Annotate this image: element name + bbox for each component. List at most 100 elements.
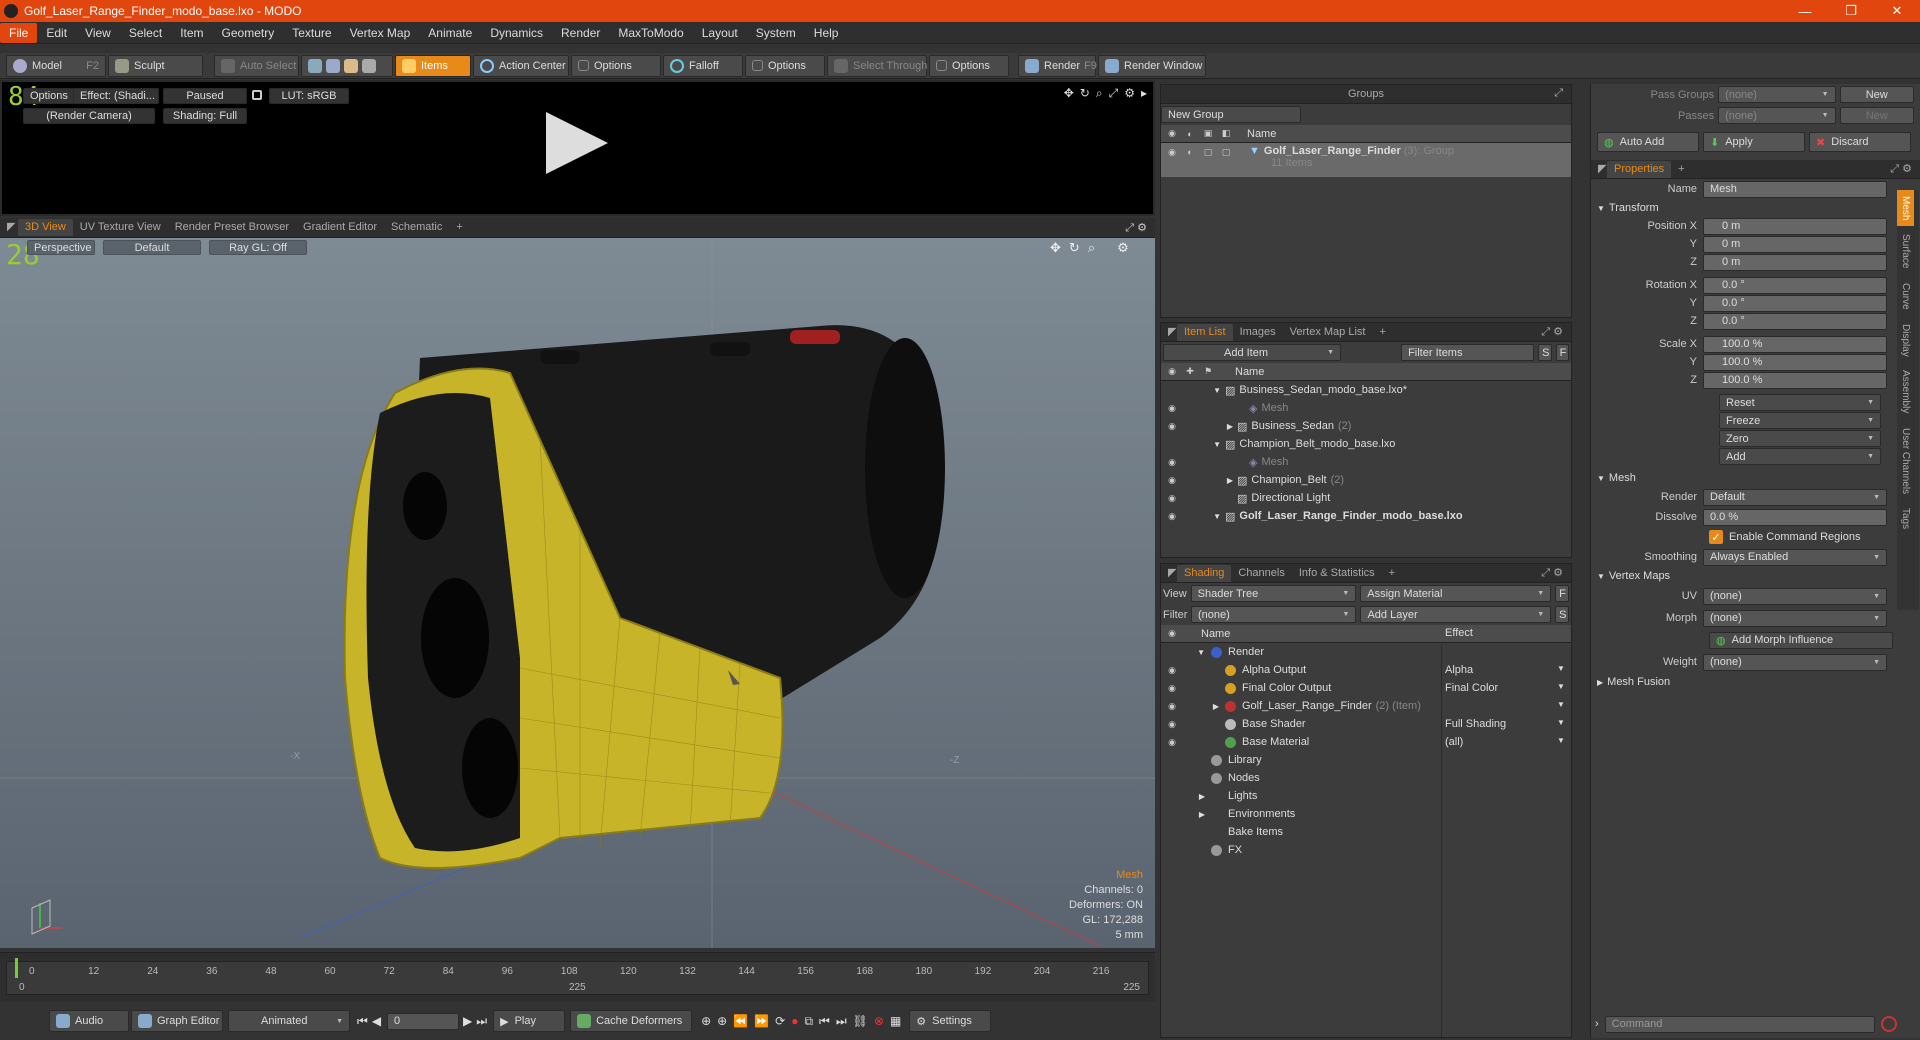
shader-tree-row[interactable]: FX xyxy=(1161,841,1571,859)
side-tab-surface[interactable]: Surface xyxy=(1897,228,1914,274)
side-tab-user-channels[interactable]: User Channels xyxy=(1897,422,1914,500)
menu-maxtomodo[interactable]: MaxToModo xyxy=(609,23,692,43)
audio-button[interactable]: Audio xyxy=(49,1010,129,1032)
panel-menu-icon[interactable]: ◤ xyxy=(1161,324,1177,341)
command-input[interactable]: Command xyxy=(1604,1015,1875,1033)
auto-key-icon[interactable]: ⟳ xyxy=(775,1014,785,1029)
zero-dropdown[interactable]: Zero xyxy=(1719,430,1881,447)
preview-effect-dropdown[interactable]: Effect: (Shadi... xyxy=(73,88,159,104)
transform-section[interactable]: ▼ Transform xyxy=(1591,199,1893,217)
expand-arrow-icon[interactable]: ▼ xyxy=(1181,512,1221,521)
pan-icon[interactable]: ✥ xyxy=(1050,240,1061,256)
side-tab-display[interactable]: Display xyxy=(1897,318,1914,363)
expand-arrow-icon[interactable]: ▼ xyxy=(1181,648,1205,657)
shader-tree-row[interactable]: ◉ ▶ Golf_Laser_Range_Finder (2) (Item) ▼ xyxy=(1161,697,1571,715)
falloff-button[interactable]: Falloff xyxy=(663,54,743,77)
scl-input[interactable]: 100.0 % xyxy=(1703,371,1887,389)
filter-f-button[interactable]: F xyxy=(1555,344,1569,361)
expand-arrow-icon[interactable]: ▶ xyxy=(1181,702,1219,711)
viewport-expand-icon[interactable]: ⤢ ⚙ xyxy=(1125,221,1147,235)
side-tab-tags[interactable]: Tags xyxy=(1897,502,1914,535)
key-icon[interactable]: ⊕ xyxy=(701,1014,711,1029)
menu-select[interactable]: Select xyxy=(120,23,171,43)
material-mode-icon[interactable] xyxy=(362,58,376,73)
render-window-button[interactable]: Render Window xyxy=(1098,54,1206,77)
shader-tree-row[interactable]: ◉ Base Shader Full Shading ▼ xyxy=(1161,715,1571,733)
item-list-row[interactable]: ▼ ▨ Champion_Belt_modo_base.lxo xyxy=(1161,435,1571,453)
cache-deformers-button[interactable]: Cache Deformers xyxy=(570,1010,693,1032)
panel-menu-icon[interactable]: ◤ xyxy=(1591,161,1607,178)
reset-dropdown[interactable]: Reset xyxy=(1719,394,1881,411)
auto-add-button[interactable]: ◍ Auto Add xyxy=(1597,132,1699,152)
item-list-row[interactable]: ◉ ▶ ▨ Champion_Belt (2) xyxy=(1161,471,1571,489)
expand-arrow-icon[interactable]: ▼ xyxy=(1181,440,1221,449)
preview-shading-dropdown[interactable]: Shading: Full xyxy=(163,108,247,124)
prev-key-icon[interactable]: ⏪ xyxy=(733,1014,748,1029)
item-list-expand-icon[interactable]: ⤢ ⚙ xyxy=(1541,325,1563,339)
link-icon[interactable]: ⛓ xyxy=(853,1014,868,1029)
add-tab-icon[interactable]: + xyxy=(1382,565,1402,582)
effect-dropdown-icon[interactable]: ▼ xyxy=(1557,664,1565,673)
next-key-icon[interactable]: ⏩ xyxy=(754,1014,769,1029)
menu-layout[interactable]: Layout xyxy=(693,23,747,43)
select-toggle-icon[interactable]: ▢ xyxy=(1217,147,1235,158)
render-button[interactable]: Render F9 xyxy=(1018,54,1097,77)
go-end-icon[interactable]: ⏭ xyxy=(476,1014,487,1029)
command-regions-checkbox[interactable]: ✓ xyxy=(1709,530,1723,544)
tab-item-list[interactable]: Item List xyxy=(1177,323,1233,341)
pass-groups-dropdown[interactable]: (none) xyxy=(1718,86,1836,103)
shading-f-button[interactable]: F xyxy=(1555,585,1569,602)
rot-input[interactable]: 0.0 ° xyxy=(1703,294,1887,312)
add-tab-icon[interactable]: + xyxy=(1671,161,1691,178)
effect-dropdown-icon[interactable]: ▼ xyxy=(1557,682,1565,691)
command-history-icon[interactable] xyxy=(1880,1016,1897,1032)
rotate-icon[interactable]: ↻ xyxy=(1080,86,1090,101)
morph-dropdown[interactable]: (none) xyxy=(1703,609,1887,627)
menu-view[interactable]: View xyxy=(76,23,120,43)
gear-icon[interactable]: ⚙ xyxy=(1124,86,1135,101)
menu-dynamics[interactable]: Dynamics xyxy=(481,23,552,43)
eye-icon[interactable]: ◉ xyxy=(1163,665,1181,676)
menu-geometry[interactable]: Geometry xyxy=(213,23,284,43)
effect-dropdown-icon[interactable]: ▼ xyxy=(1557,736,1565,745)
properties-expand-icon[interactable]: ⤢ ⚙ xyxy=(1890,162,1912,176)
passes-dropdown[interactable]: (none) xyxy=(1718,107,1836,124)
preview-camera-dropdown[interactable]: (Render Camera) xyxy=(23,108,155,124)
polygon-mode-icon[interactable] xyxy=(344,58,358,73)
preview-paused-button[interactable]: Paused xyxy=(163,88,247,104)
lock-toggle-icon[interactable]: ▢ xyxy=(1199,147,1217,158)
new-pass-button[interactable]: New xyxy=(1839,107,1914,124)
tab-gradient-editor[interactable]: Gradient Editor xyxy=(296,219,384,236)
uv-dropdown[interactable]: (none) xyxy=(1703,587,1887,605)
rot-input[interactable]: 0.0 ° xyxy=(1703,312,1887,330)
render-dropdown[interactable]: Default xyxy=(1703,488,1887,506)
perspective-dropdown[interactable]: Perspective xyxy=(27,240,95,255)
preview-lut-dropdown[interactable]: LUT: sRGB xyxy=(269,88,349,104)
panel-menu-icon[interactable]: ◤ xyxy=(1161,565,1177,582)
scl-input[interactable]: 100.0 % xyxy=(1703,335,1887,353)
shading-s-button[interactable]: S xyxy=(1555,606,1569,623)
group-row[interactable]: ◉ ◐ ▢ ▢ ▼ Golf_Laser_Range_Finder (3): Gr… xyxy=(1161,143,1571,177)
effect-dropdown-icon[interactable]: ▼ xyxy=(1557,700,1565,709)
expand-arrow-icon[interactable]: ▶ xyxy=(1181,810,1205,819)
select-options-button[interactable]: Options xyxy=(929,54,1009,77)
lock-icon[interactable] xyxy=(252,90,262,100)
mesh-fusion-section[interactable]: ▶ Mesh Fusion xyxy=(1591,673,1893,691)
viewport-gear-icon[interactable]: ⚙ xyxy=(1117,240,1129,256)
timeline[interactable]: 0 12 24 36 48 60 72 84 96 108 120 132 144 156 168 180 19… xyxy=(0,952,1155,1002)
tab-properties[interactable]: Properties xyxy=(1607,160,1672,178)
default-shading-dropdown[interactable]: Default xyxy=(103,240,201,255)
shader-tree-row[interactable]: ◉ Final Color Output Final Color ▼ xyxy=(1161,679,1571,697)
item-list-row[interactable]: ◉ ▼ ▨ Golf_Laser_Range_Finder_modo_base.lxo xyxy=(1161,507,1571,525)
expand-arrow-icon[interactable]: ▶ xyxy=(1181,792,1205,801)
rot-input[interactable]: 0.0 ° xyxy=(1703,276,1887,294)
shader-tree-dropdown[interactable]: Shader Tree xyxy=(1190,585,1357,602)
action-center-options-button[interactable]: Options xyxy=(571,54,661,77)
apply-button[interactable]: ⬇ Apply xyxy=(1703,132,1805,152)
go-start-icon[interactable]: ⏮ xyxy=(357,1014,368,1029)
expand-arrow-icon[interactable]: ▶ xyxy=(1181,422,1233,431)
menu-file[interactable]: File xyxy=(0,22,38,43)
record-key-icon[interactable]: ⊗ xyxy=(874,1014,884,1029)
shader-tree-row[interactable]: Nodes xyxy=(1161,769,1571,787)
step-back-icon[interactable]: ◀ xyxy=(372,1014,381,1028)
